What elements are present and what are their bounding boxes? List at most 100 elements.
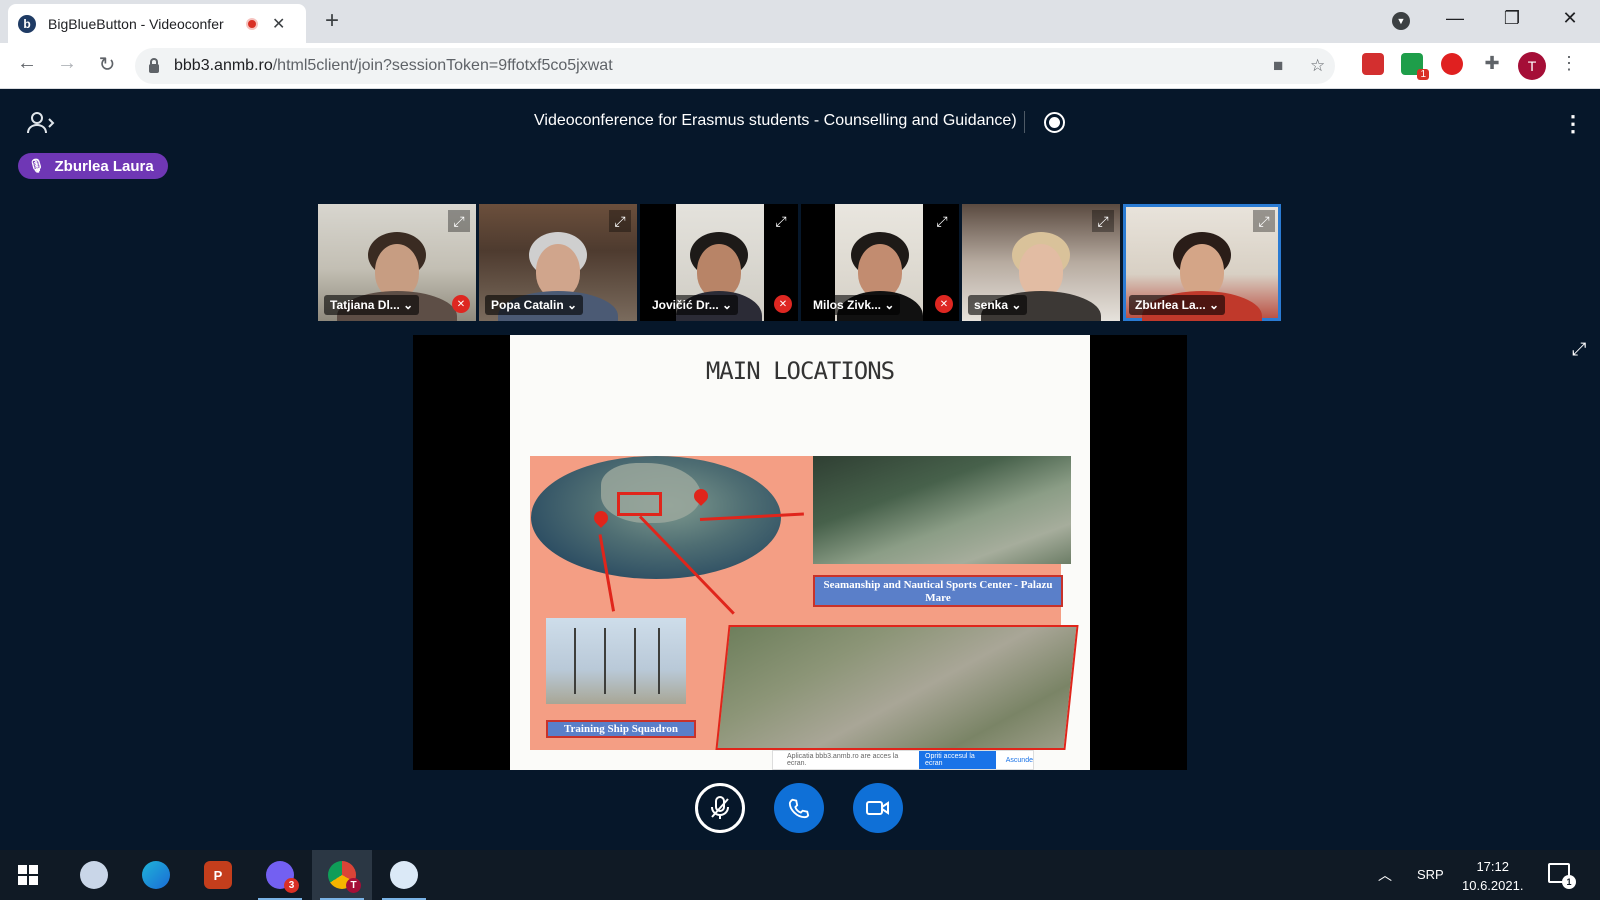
person-face xyxy=(1180,244,1224,298)
paint-palette-icon xyxy=(80,861,108,889)
taskbar-app-viber[interactable]: 3 xyxy=(250,850,310,900)
hide-notice-link[interactable]: Ascunde xyxy=(1006,757,1033,764)
fullscreen-icon[interactable]: ⤢ xyxy=(1253,210,1275,232)
restore-button[interactable]: ❐ xyxy=(1497,8,1527,29)
tab-title: BigBlueButton - Videoconfer xyxy=(48,15,224,32)
ship-mast xyxy=(574,628,576,694)
url-path: /html5client/join?sessionToken=9ffotxf5c… xyxy=(272,57,613,74)
person-face xyxy=(536,244,580,298)
bookmark-star-icon[interactable]: ☆ xyxy=(1310,56,1325,76)
chrome-icon: T xyxy=(328,861,361,893)
participant-name-text: Tatjiana Dl... xyxy=(330,298,400,312)
seamanship-center-photo xyxy=(813,456,1071,564)
participant-name[interactable]: Tatjiana Dl... ⌄ xyxy=(324,295,420,315)
back-arrow-icon[interactable]: ← xyxy=(13,52,41,75)
share-webcam-button[interactable] xyxy=(853,783,903,833)
shield-extension-icon[interactable]: 1 xyxy=(1401,53,1429,80)
taskbar-app-paint[interactable] xyxy=(64,850,124,900)
leave-audio-button[interactable] xyxy=(774,783,824,833)
bigbluebutton-favicon-icon: b xyxy=(18,14,36,33)
users-list-toggle-icon[interactable] xyxy=(26,111,56,135)
tray-overflow-chevron-icon[interactable]: ︿ xyxy=(1378,865,1392,885)
options-menu-icon[interactable]: ⋮ xyxy=(1562,111,1584,137)
lock-icon xyxy=(149,57,159,73)
bbb-app: Videoconference for Erasmus students - C… xyxy=(0,89,1600,850)
windows-start-icon[interactable] xyxy=(18,865,38,885)
adblock-extension-icon[interactable] xyxy=(1441,53,1463,75)
extensions-puzzle-icon[interactable]: ✚ xyxy=(1481,53,1503,75)
video-list: ⤢ Tatjiana Dl... ⌄ ✕ ⤢ Popa Catalin ⌄ ⤢ … xyxy=(318,204,1282,321)
muted-mic-icon: ✕ xyxy=(774,295,792,313)
video-tile[interactable]: ⤢ senka ⌄ xyxy=(962,204,1120,321)
person-face xyxy=(1019,244,1063,298)
window-close-button[interactable]: ✕ xyxy=(1555,8,1585,29)
cloud-app-icon xyxy=(390,861,418,889)
person-face xyxy=(697,244,741,298)
slide-title: MAIN LOCATIONS xyxy=(705,357,895,385)
input-language[interactable]: SRP xyxy=(1417,867,1444,882)
video-tile[interactable]: ⤢ Tatjiana Dl... ⌄ ✕ xyxy=(318,204,476,321)
meeting-title: Videoconference for Erasmus students - C… xyxy=(534,112,1017,129)
screen-share-notice: Aplicatia bbb3.anmb.ro are acces la ecra… xyxy=(772,750,1034,770)
taskbar-app-chrome[interactable]: T xyxy=(312,850,372,900)
video-tile[interactable]: ⤢ Jovičić Dr... ⌄ ✕ xyxy=(640,204,798,321)
stop-sharing-button[interactable]: Opriti accesul la ecran xyxy=(919,751,996,769)
recording-dot-icon xyxy=(246,17,258,30)
ship-mast xyxy=(658,628,660,694)
windows-taskbar: P 3 T ︿ SRP 17:12 10.6.2021. 1 xyxy=(0,850,1600,900)
participant-name-text: Zburlea La... xyxy=(1135,298,1206,312)
minimize-button[interactable]: — xyxy=(1440,8,1470,29)
chrome-profile-badge: T xyxy=(346,878,361,893)
fullscreen-icon[interactable]: ⤢ xyxy=(770,210,792,232)
participant-name[interactable]: senka ⌄ xyxy=(968,295,1028,315)
browser-menu-icon[interactable]: ⋮ xyxy=(1560,53,1578,74)
fullscreen-icon[interactable]: ⤢ xyxy=(448,210,470,232)
map-highlight-box xyxy=(617,492,662,516)
fullscreen-icon[interactable]: ⤢ xyxy=(1092,210,1114,232)
extension-badge: 1 xyxy=(1417,69,1429,80)
taskbar-app-edge[interactable] xyxy=(126,850,186,900)
pdf-extension-icon[interactable] xyxy=(1362,53,1384,75)
notification-count: 1 xyxy=(1562,875,1576,889)
chevron-down-icon: ⌄ xyxy=(567,298,578,312)
video-tile[interactable]: ⤢ Zburlea La... ⌄ xyxy=(1123,204,1281,321)
address-bar[interactable]: bbb3.anmb.ro /html5client/join?sessionTo… xyxy=(135,48,1335,84)
forward-arrow-icon[interactable]: → xyxy=(53,52,81,75)
video-tile[interactable]: ⤢ Milos Zivk... ⌄ ✕ xyxy=(801,204,959,321)
person-face xyxy=(858,244,902,298)
chevron-down-icon: ⌄ xyxy=(722,298,733,312)
new-tab-button[interactable]: + xyxy=(325,7,339,35)
taskbar-app-cloud[interactable] xyxy=(374,850,434,900)
participant-name[interactable]: Jovičić Dr... ⌄ xyxy=(646,295,739,315)
tab-search-icon[interactable]: ▼ xyxy=(1392,12,1410,30)
camera-in-use-icon[interactable]: ■ xyxy=(1273,56,1283,76)
talking-indicator[interactable]: 🎙 Zburlea Laura xyxy=(18,153,168,179)
academy-campus-photo xyxy=(715,625,1079,750)
tray-date: 10.6.2021. xyxy=(1462,878,1524,893)
presentation-area[interactable]: MAIN LOCATIONS Seamanship and Nautical S… xyxy=(413,335,1187,770)
fullscreen-icon[interactable]: ⤢ xyxy=(609,210,631,232)
fullscreen-icon[interactable]: ⤢ xyxy=(931,210,953,232)
mute-microphone-button[interactable] xyxy=(695,783,745,833)
chevron-down-icon: ⌄ xyxy=(1011,298,1022,312)
reload-icon[interactable]: ↻ xyxy=(93,52,121,77)
taskbar-app-powerpoint[interactable]: P xyxy=(188,850,248,900)
person-face xyxy=(375,244,419,298)
action-bar xyxy=(0,783,1600,833)
profile-avatar[interactable]: T xyxy=(1518,52,1546,80)
participant-name[interactable]: Zburlea La... ⌄ xyxy=(1129,295,1226,315)
chevron-down-icon: ⌄ xyxy=(884,298,895,312)
tray-clock[interactable]: 17:12 10.6.2021. xyxy=(1462,857,1523,895)
browser-tab[interactable]: b BigBlueButton - Videoconfer ✕ xyxy=(8,4,306,43)
muted-mic-icon: ✕ xyxy=(452,295,470,313)
participant-name-text: senka xyxy=(974,298,1009,312)
participant-name[interactable]: Popa Catalin ⌄ xyxy=(485,295,584,315)
tab-close-icon[interactable]: ✕ xyxy=(272,14,285,34)
presentation-fullscreen-icon[interactable]: ⤢ xyxy=(1572,339,1586,360)
action-center-icon[interactable]: 1 xyxy=(1548,863,1576,889)
recording-indicator-icon[interactable] xyxy=(1044,112,1065,133)
video-tile[interactable]: ⤢ Popa Catalin ⌄ xyxy=(479,204,637,321)
title-divider xyxy=(1024,111,1025,133)
participant-name[interactable]: Milos Zivk... ⌄ xyxy=(807,295,901,315)
screen-share-notice-text: Aplicatia bbb3.anmb.ro are acces la ecra… xyxy=(787,753,899,767)
